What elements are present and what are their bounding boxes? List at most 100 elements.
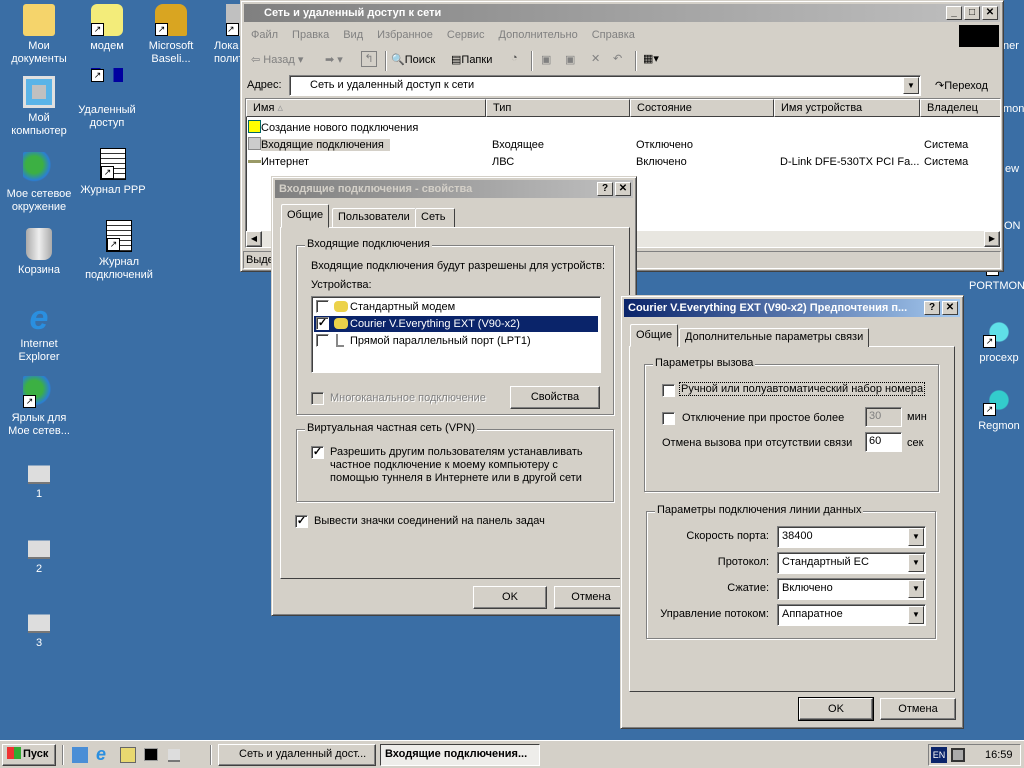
desktop-icon-3[interactable]: 3 [0, 601, 78, 650]
desktop-icon-connection-log[interactable]: Журнал подключений [80, 220, 158, 282]
task-explorer[interactable]: Сеть и удаленный дост... [218, 744, 376, 766]
desktop-icon-regmon[interactable]: Regmon [970, 384, 1024, 433]
scroll-left-button[interactable]: ◀ [246, 231, 262, 247]
desktop-icon-local-policy[interactable]: Лока политик [196, 4, 240, 66]
language-indicator[interactable]: EN [931, 747, 947, 763]
show-icon-checkbox[interactable]: ✓ [295, 515, 308, 528]
idle-minutes-input[interactable]: 30 [865, 407, 902, 427]
dropdown-arrow-icon[interactable]: ▼ [908, 554, 924, 572]
tab-advanced[interactable]: Дополнительные параметры связи [679, 328, 870, 347]
up-folder-button[interactable]: ↰ [361, 51, 377, 67]
close-button[interactable]: ✕ [615, 182, 631, 196]
properties-button[interactable]: Свойства [510, 386, 600, 409]
menu-tools[interactable]: Сервис [447, 29, 485, 41]
column-type[interactable]: Тип [486, 99, 630, 117]
go-button[interactable]: ↷Переход [935, 79, 988, 92]
device-item-lpt[interactable]: Прямой параллельный порт (LPT1) [314, 333, 598, 349]
vpn-checkbox[interactable]: ✓ [311, 446, 324, 459]
desktop-icon-ie[interactable]: e Internet Explorer [0, 301, 78, 364]
desktop-icon-procexp[interactable]: procexp [970, 316, 1024, 365]
history-button[interactable]: ◔ [511, 52, 518, 64]
desktop-icon-right-2[interactable]: mon [1003, 103, 1024, 116]
ok-button[interactable]: OK [473, 586, 547, 609]
desktop-icon-right-1[interactable]: ner [1003, 40, 1024, 53]
console-icon[interactable] [144, 748, 158, 761]
menu-edit[interactable]: Правка [292, 29, 329, 41]
scroll-right-button[interactable]: ▶ [984, 231, 1000, 247]
menu-file[interactable]: Файл [251, 29, 278, 41]
port-speed-select[interactable]: 38400 ▼ [777, 526, 926, 548]
column-status[interactable]: Состояние [630, 99, 774, 117]
column-name[interactable]: Имя ▵ [246, 99, 486, 117]
incoming-titlebar[interactable]: Входящие подключения - свойства ? ✕ [275, 180, 633, 198]
tab-network[interactable]: Сеть [415, 208, 455, 227]
modem-titlebar[interactable]: Courier V.Everything EXT (V90-x2) Предпо… [624, 299, 960, 317]
outlook-icon[interactable] [120, 747, 136, 763]
help-button[interactable]: ? [924, 301, 940, 315]
back-button[interactable]: ⇦ Назад ▾ [251, 53, 303, 66]
desktop-icon-remote-access[interactable]: Удаленный доступ [68, 68, 146, 130]
desktop-icon-my-documents[interactable]: Мои документы [0, 4, 78, 66]
list-row-new-connection[interactable]: Создание нового подключения [248, 120, 418, 136]
menu-favorites[interactable]: Избранное [377, 29, 433, 41]
delete-button[interactable]: ✕ [591, 52, 600, 65]
cancel-button[interactable]: Отмена [554, 586, 628, 609]
devices-listbox[interactable]: Стандартный модем ✓ Courier V.Everything … [311, 296, 601, 373]
explorer-titlebar[interactable]: Сеть и удаленный доступ к сети _ □ ✕ [244, 4, 1000, 22]
move-to-button[interactable]: ▣ [541, 53, 551, 66]
tab-general[interactable]: Общие [630, 324, 679, 347]
search-button[interactable]: 🔍Поиск [391, 53, 435, 66]
compression-select[interactable]: Включено ▼ [777, 578, 926, 600]
list-row-incoming[interactable]: Входящие подключения Входящее Отключено … [248, 137, 998, 153]
menu-help[interactable]: Справка [592, 29, 635, 41]
pencil-cup-quicklaunch-icon[interactable] [168, 749, 180, 762]
protocol-select[interactable]: Стандартный EC ▼ [777, 552, 926, 574]
device-item-courier[interactable]: ✓ Courier V.Everything EXT (V90-x2) [314, 316, 598, 332]
show-desktop-icon[interactable] [72, 747, 88, 763]
cancel-seconds-input[interactable]: 60 [865, 432, 902, 452]
flow-control-select[interactable]: Аппаратное ▼ [777, 604, 926, 626]
desktop-icon-ppp-log[interactable]: Журнал PPP [74, 148, 152, 197]
tab-users[interactable]: Пользователи [332, 208, 416, 227]
desktop-icon-recycle-bin[interactable]: Корзина [0, 228, 78, 277]
menu-view[interactable]: Вид [343, 29, 363, 41]
maximize-button[interactable]: □ [964, 6, 980, 20]
desktop-icon-my-computer[interactable]: Мой компьютер [0, 76, 78, 138]
device-checkbox-1[interactable]: ✓ [316, 317, 329, 330]
dropdown-arrow-icon[interactable]: ▼ [908, 580, 924, 598]
column-owner[interactable]: Владелец [920, 99, 1000, 117]
ok-button[interactable]: OK [798, 697, 874, 721]
column-device[interactable]: Имя устройства [774, 99, 920, 117]
views-button[interactable]: ▦▾ [643, 52, 659, 65]
ie-quicklaunch-icon[interactable]: e [96, 744, 106, 765]
device-checkbox-2[interactable] [316, 334, 329, 347]
desktop-icon-1[interactable]: 1 [0, 452, 78, 501]
desktop-icon-network-shortcut[interactable]: Ярлык для Мое сетев... [0, 376, 78, 438]
manual-dial-checkbox[interactable] [662, 384, 675, 397]
dropdown-arrow-icon[interactable]: ▼ [908, 606, 924, 624]
minimize-button[interactable]: _ [946, 6, 962, 20]
network-tray-icon[interactable] [951, 748, 965, 762]
multilink-checkbox[interactable] [311, 392, 324, 405]
menu-advanced[interactable]: Дополнительно [499, 29, 578, 41]
dropdown-arrow-icon[interactable]: ▼ [908, 528, 924, 546]
forward-button[interactable]: ➡ ▾ [325, 53, 343, 66]
close-button[interactable]: ✕ [942, 301, 958, 315]
desktop-icon-right-3[interactable]: ew [1005, 163, 1024, 176]
device-item-standard-modem[interactable]: Стандартный модем [314, 299, 598, 315]
device-checkbox-0[interactable] [316, 300, 329, 313]
help-button[interactable]: ? [597, 182, 613, 196]
copy-to-button[interactable]: ▣ [565, 53, 575, 66]
close-button[interactable]: ✕ [982, 6, 998, 20]
folders-button[interactable]: ▤Папки [451, 53, 492, 66]
address-input[interactable]: Сеть и удаленный доступ к сети ▼ [289, 75, 921, 96]
task-incoming[interactable]: Входящие подключения... [380, 744, 540, 766]
desktop-icon-right-4[interactable]: ON [1004, 220, 1024, 233]
cancel-button[interactable]: Отмена [880, 698, 956, 720]
idle-disconnect-checkbox[interactable] [662, 412, 675, 425]
tab-general[interactable]: Общие [281, 204, 330, 228]
undo-button[interactable]: ↶ [613, 52, 622, 65]
address-dropdown-arrow[interactable]: ▼ [903, 77, 919, 94]
start-button[interactable]: Пуск [2, 744, 56, 766]
desktop-icon-network[interactable]: Мое сетевое окружение [0, 152, 78, 214]
